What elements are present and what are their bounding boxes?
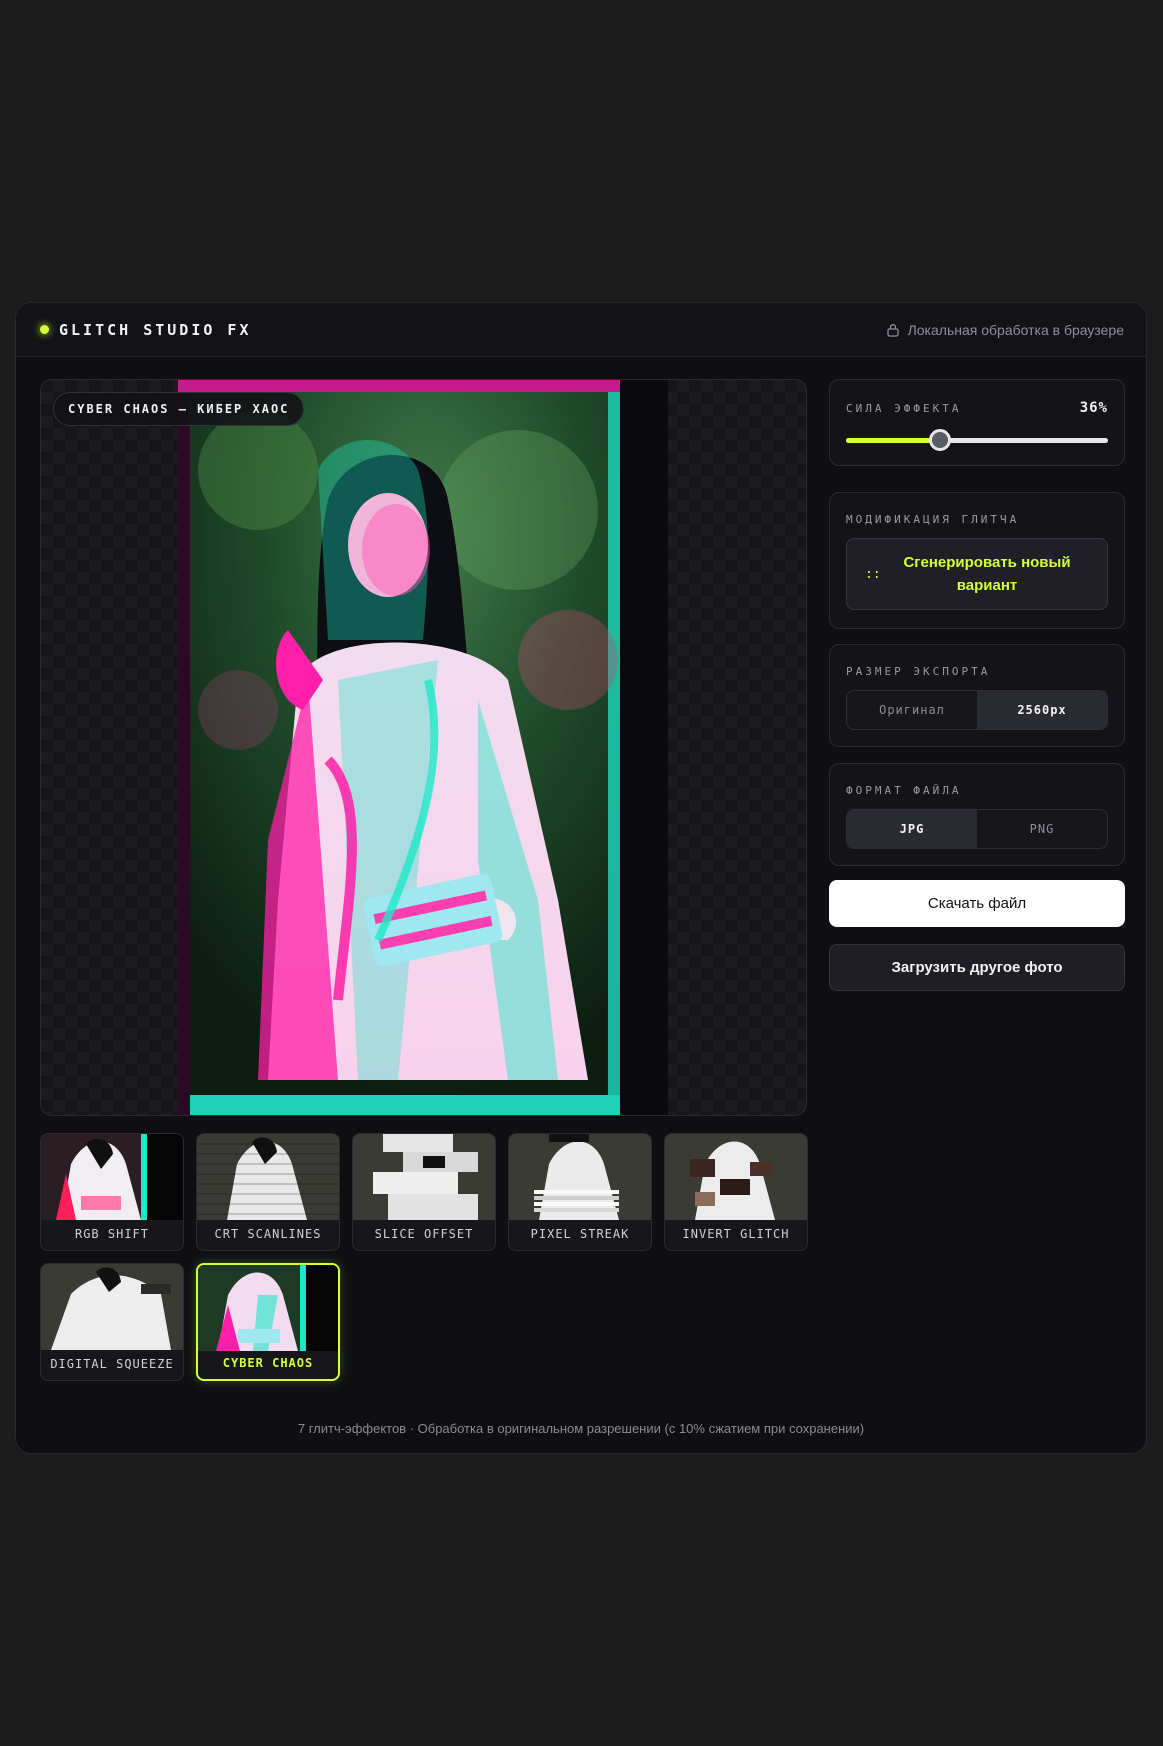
effect-digital-squeeze[interactable]: DIGITAL SQUEEZE <box>40 1263 184 1381</box>
download-button[interactable]: Скачать файл <box>829 880 1125 927</box>
effect-invert-glitch[interactable]: INVERT GLITCH <box>664 1133 808 1251</box>
footer-note: 7 глитч-эффектов · Обработка в оригиналь… <box>297 1421 865 1436</box>
privacy-text: Локальная обработка в браузере <box>907 321 1124 338</box>
export-size-original[interactable]: Оригинал <box>847 691 977 729</box>
effect-label: SLICE OFFSET <box>374 1227 474 1241</box>
strength-panel: СИЛА ЭФФЕКТА 36% <box>829 379 1125 466</box>
effect-badge: CYBER CHAOS — КИБЕР ХАОС <box>53 392 305 426</box>
lock-icon <box>886 323 899 337</box>
file-format-title: ФОРМАТ ФАЙЛА <box>846 784 962 797</box>
strength-header: СИЛА ЭФФЕКТА 36% <box>846 400 1108 416</box>
upload-other-button[interactable]: Загрузить другое фото <box>829 944 1125 991</box>
modification-title: МОДИФИКАЦИЯ ГЛИТЧА <box>846 513 1020 526</box>
format-jpg[interactable]: JPG <box>847 810 977 848</box>
app-window: GLITCH STUDIO FX Локальная обработка в б… <box>15 302 1147 1454</box>
thumb-invert-glitch-preview <box>665 1134 807 1220</box>
generate-variant-button[interactable]: :: Сгенерировать новый вариант <box>846 538 1108 610</box>
effect-label: CRT SCANLINES <box>214 1227 322 1241</box>
thumb-pixel-streak-preview <box>509 1134 651 1220</box>
dots-icon: :: <box>865 566 881 582</box>
preview-photo <box>178 380 668 1115</box>
export-size-toggle: Оригинал 2560px <box>846 690 1108 730</box>
slider-fill <box>846 438 941 443</box>
strength-title: СИЛА ЭФФЕКТА <box>846 401 962 415</box>
strength-value: 36% <box>1079 400 1108 416</box>
effect-pixel-streak[interactable]: PIXEL STREAK <box>508 1133 652 1251</box>
app-title: GLITCH STUDIO FX <box>59 320 252 339</box>
thumb-slice-offset-preview <box>353 1134 495 1220</box>
effect-label: PIXEL STREAK <box>530 1227 630 1241</box>
effect-rgb-shift[interactable]: RGB SHIFT <box>40 1133 184 1251</box>
brand: GLITCH STUDIO FX <box>40 321 252 339</box>
effect-cyber-chaos[interactable]: CYBER CHAOS <box>196 1263 340 1381</box>
file-format-panel: ФОРМАТ ФАЙЛА JPG PNG <box>829 763 1125 866</box>
thumb-digital-squeeze-preview <box>41 1264 183 1350</box>
export-size-panel: РАЗМЕР ЭКСПОРТА Оригинал 2560px <box>829 644 1125 747</box>
thumb-cyber-chaos-preview <box>198 1265 338 1351</box>
top-bar: GLITCH STUDIO FX Локальная обработка в б… <box>16 303 1146 357</box>
image-preview: CYBER CHAOS — КИБЕР ХАОС <box>40 379 807 1116</box>
format-png[interactable]: PNG <box>977 810 1107 848</box>
effect-label: RGB SHIFT <box>74 1227 150 1241</box>
status-dot-icon <box>40 325 49 334</box>
effect-label: CYBER CHAOS <box>222 1356 314 1370</box>
modification-panel: МОДИФИКАЦИЯ ГЛИТЧА :: Сгенерировать новы… <box>829 492 1125 629</box>
thumb-rgb-shift-preview <box>41 1134 183 1220</box>
effect-crt-scanlines[interactable]: CRT SCANLINES <box>196 1133 340 1251</box>
effect-label: DIGITAL SQUEEZE <box>50 1357 174 1371</box>
strength-slider[interactable] <box>846 428 1108 452</box>
file-format-toggle: JPG PNG <box>846 809 1108 849</box>
generate-variant-label: Сгенерировать новый вариант <box>903 554 1071 594</box>
export-size-2560[interactable]: 2560px <box>977 691 1107 729</box>
effect-label: INVERT GLITCH <box>682 1227 790 1241</box>
slider-handle[interactable] <box>929 429 952 451</box>
effect-slice-offset[interactable]: SLICE OFFSET <box>352 1133 496 1251</box>
privacy-note: Локальная обработка в браузере <box>886 322 1124 338</box>
thumb-crt-scanlines-preview <box>197 1134 339 1220</box>
export-size-title: РАЗМЕР ЭКСПОРТА <box>846 665 991 678</box>
